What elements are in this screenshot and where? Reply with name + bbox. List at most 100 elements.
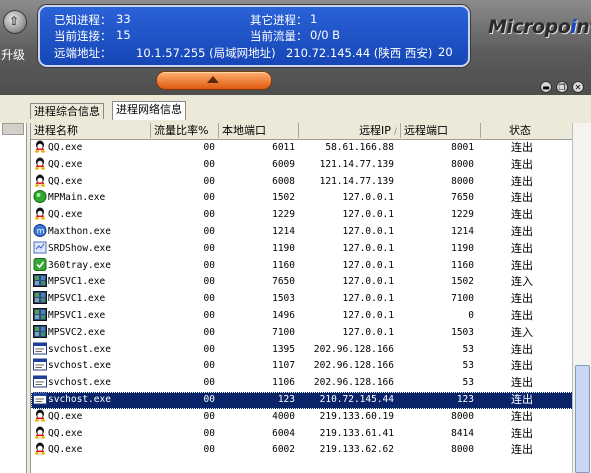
table-row[interactable]: svchost.exe 00 1395 202.96.128.166 53 连出 (31, 342, 573, 359)
local-port-cell: 1106 (272, 377, 295, 389)
vertical-scrollbar[interactable] (572, 123, 591, 473)
remote-port-cell: 1160 (451, 259, 474, 271)
process-name-cell: QQ.exe (33, 426, 153, 443)
current-traffic-value: 0/0 B (310, 28, 341, 42)
local-port-cell: 1190 (272, 242, 295, 254)
sort-indicator-icon: / (393, 127, 397, 137)
table-row[interactable]: MPSVC1.exe 00 7650 127.0.0.1 1502 连入 (31, 274, 573, 291)
remote-port-cell: 8414 (451, 427, 474, 439)
remote-ip-cell: 127.0.0.1 (342, 209, 394, 221)
table-row[interactable]: QQ.exe 00 6002 219.133.62.62 8000 连出 (31, 442, 573, 459)
traffic-rate-cell: 00 (203, 192, 215, 204)
main-panel: 进程综合信息 进程网络信息 进程名称 流量比率% 本地端口 远程IP / 远程端口… (0, 95, 591, 473)
local-port-cell: 7100 (272, 326, 295, 338)
remote-count: 20 (438, 45, 453, 59)
tab-process-summary[interactable]: 进程综合信息 (30, 103, 104, 119)
remote-ip-cell: 127.0.0.1 (342, 242, 394, 254)
qq-icon (33, 442, 48, 456)
tray360-icon (33, 257, 48, 271)
col-local-port[interactable]: 本地端口 (219, 123, 299, 138)
traffic-rate-cell: 00 (203, 225, 215, 237)
upgrade-button[interactable]: ⇧ 升级 (0, 2, 30, 64)
state-cell: 连出 (511, 308, 533, 322)
table-header: 进程名称 流量比率% 本地端口 远程IP / 远程端口 状态 (31, 123, 573, 140)
table-row[interactable]: QQ.exe 00 6011 58.61.166.88 8001 连出 (31, 140, 573, 157)
left-scroll-strip (0, 123, 27, 473)
table-row[interactable]: QQ.exe 00 1229 127.0.0.1 1229 连出 (31, 207, 573, 224)
table-row[interactable]: QQ.exe 00 6004 219.133.61.41 8414 连出 (31, 426, 573, 443)
state-cell: 连入 (511, 325, 533, 339)
remote-local-ip: 10.1.57.255 (局域网地址) (136, 46, 276, 60)
traffic-rate-cell: 00 (203, 175, 215, 187)
table-row[interactable]: MPSVC2.exe 00 7100 127.0.0.1 1503 连入 (31, 324, 573, 342)
upgrade-icon: ⇧ (3, 10, 27, 34)
traffic-rate-cell: 00 (203, 158, 215, 170)
table-row[interactable]: QQ.exe 00 6009 121.14.77.139 8000 连出 (31, 157, 573, 174)
qq-icon (33, 174, 48, 187)
qq-icon (33, 140, 48, 153)
known-processes-label: 已知进程： (54, 13, 112, 27)
collapse-toggle-button[interactable] (156, 71, 272, 90)
local-port-cell: 1395 (272, 343, 295, 355)
remote-port-cell: 1229 (451, 209, 474, 221)
table-row[interactable]: MPSVC1.exe 00 1496 127.0.0.1 0 连出 (31, 307, 573, 325)
table-row[interactable]: SRDShow.exe 00 1190 127.0.0.1 1190 连出 (31, 241, 573, 258)
local-port-cell: 1214 (272, 225, 295, 237)
process-name-cell: QQ.exe (33, 442, 153, 459)
col-remote-port[interactable]: 远程端口 (401, 123, 481, 138)
process-name-cell: svchost.exe (33, 392, 153, 409)
svchost-icon (33, 358, 48, 371)
table-row[interactable]: svchost.exe 00 1106 202.96.128.166 53 连出 (31, 375, 573, 392)
col-traffic-rate[interactable]: 流量比率% (151, 123, 219, 138)
state-cell: 连出 (511, 241, 533, 255)
traffic-rate-cell: 00 (203, 377, 215, 389)
svchost-icon (33, 342, 48, 355)
state-cell: 连出 (511, 392, 533, 406)
remote-port-cell: 7650 (451, 192, 474, 204)
qq-icon (33, 426, 48, 439)
process-name-cell: QQ.exe (33, 140, 153, 157)
scrollbar-thumb[interactable] (575, 365, 590, 473)
connection-table: 进程名称 流量比率% 本地端口 远程IP / 远程端口 状态 QQ.exe 00 60… (30, 123, 573, 473)
remote-port-cell: 1503 (451, 326, 474, 338)
remote-port-cell: 8001 (451, 142, 474, 153)
table-row[interactable]: QQ.exe 00 6008 121.14.77.139 8000 连出 (31, 174, 573, 191)
table-row[interactable]: MPSVC1.exe 00 1503 127.0.0.1 7100 连出 (31, 291, 573, 308)
remote-ip-cell: 127.0.0.1 (342, 293, 394, 305)
col-remote-ip[interactable]: 远程IP / (299, 123, 401, 138)
local-port-cell: 1160 (272, 259, 295, 271)
col-state[interactable]: 状态 (481, 123, 573, 138)
table-row[interactable]: MPMain.exe 00 1502 127.0.0.1 7650 连出 (31, 190, 573, 207)
state-cell: 连出 (511, 376, 533, 390)
local-port-cell: 123 (277, 393, 295, 405)
remote-ip-cell: 202.96.128.166 (313, 377, 394, 389)
tab-process-network[interactable]: 进程网络信息 (112, 101, 186, 120)
table-row[interactable]: 360tray.exe 00 1160 127.0.0.1 1160 连出 (31, 257, 573, 275)
traffic-rate-cell: 00 (203, 142, 215, 153)
svchost-icon (33, 392, 48, 405)
minimize-icon[interactable]: ▬ (540, 81, 552, 93)
remote-port-cell: 1214 (451, 225, 474, 237)
table-row[interactable]: QQ.exe 00 4000 219.133.60.19 8000 连出 (31, 409, 573, 426)
srd-icon (33, 241, 48, 254)
state-cell: 连出 (511, 443, 533, 457)
process-name-cell: QQ.exe (33, 174, 153, 191)
mpmain-icon (33, 190, 48, 204)
restore-icon[interactable]: ❐ (556, 81, 568, 93)
state-cell: 连出 (511, 342, 533, 356)
remote-ip-cell: 202.96.128.166 (313, 343, 394, 355)
table-row[interactable]: svchost.exe 00 1107 202.96.128.166 53 连出 (31, 358, 573, 375)
process-name-cell: 360tray.exe (33, 257, 153, 275)
close-icon[interactable]: ✕ (572, 81, 584, 93)
remote-ip-location: 210.72.145.44 (陕西 西安) (286, 46, 433, 60)
maxthon-icon: m (33, 223, 48, 237)
traffic-rate-cell: 00 (203, 410, 215, 422)
traffic-rate-cell: 00 (203, 343, 215, 355)
remote-ip-cell: 219.133.60.19 (319, 410, 394, 422)
table-row[interactable]: m Maxthon.exe 00 1214 127.0.0.1 1214 连出 (31, 223, 573, 241)
top-bar: ⇧ 升级 已知进程： 33 其它进程： 1 当前连接： 15 当前流量： 0/0… (0, 0, 591, 95)
table-row[interactable]: svchost.exe 00 123 210.72.145.44 123 连出 (31, 391, 573, 409)
col-process-name[interactable]: 进程名称 (31, 123, 151, 138)
remote-ip-cell: 202.96.128.166 (313, 360, 394, 372)
state-cell: 连出 (511, 292, 533, 306)
